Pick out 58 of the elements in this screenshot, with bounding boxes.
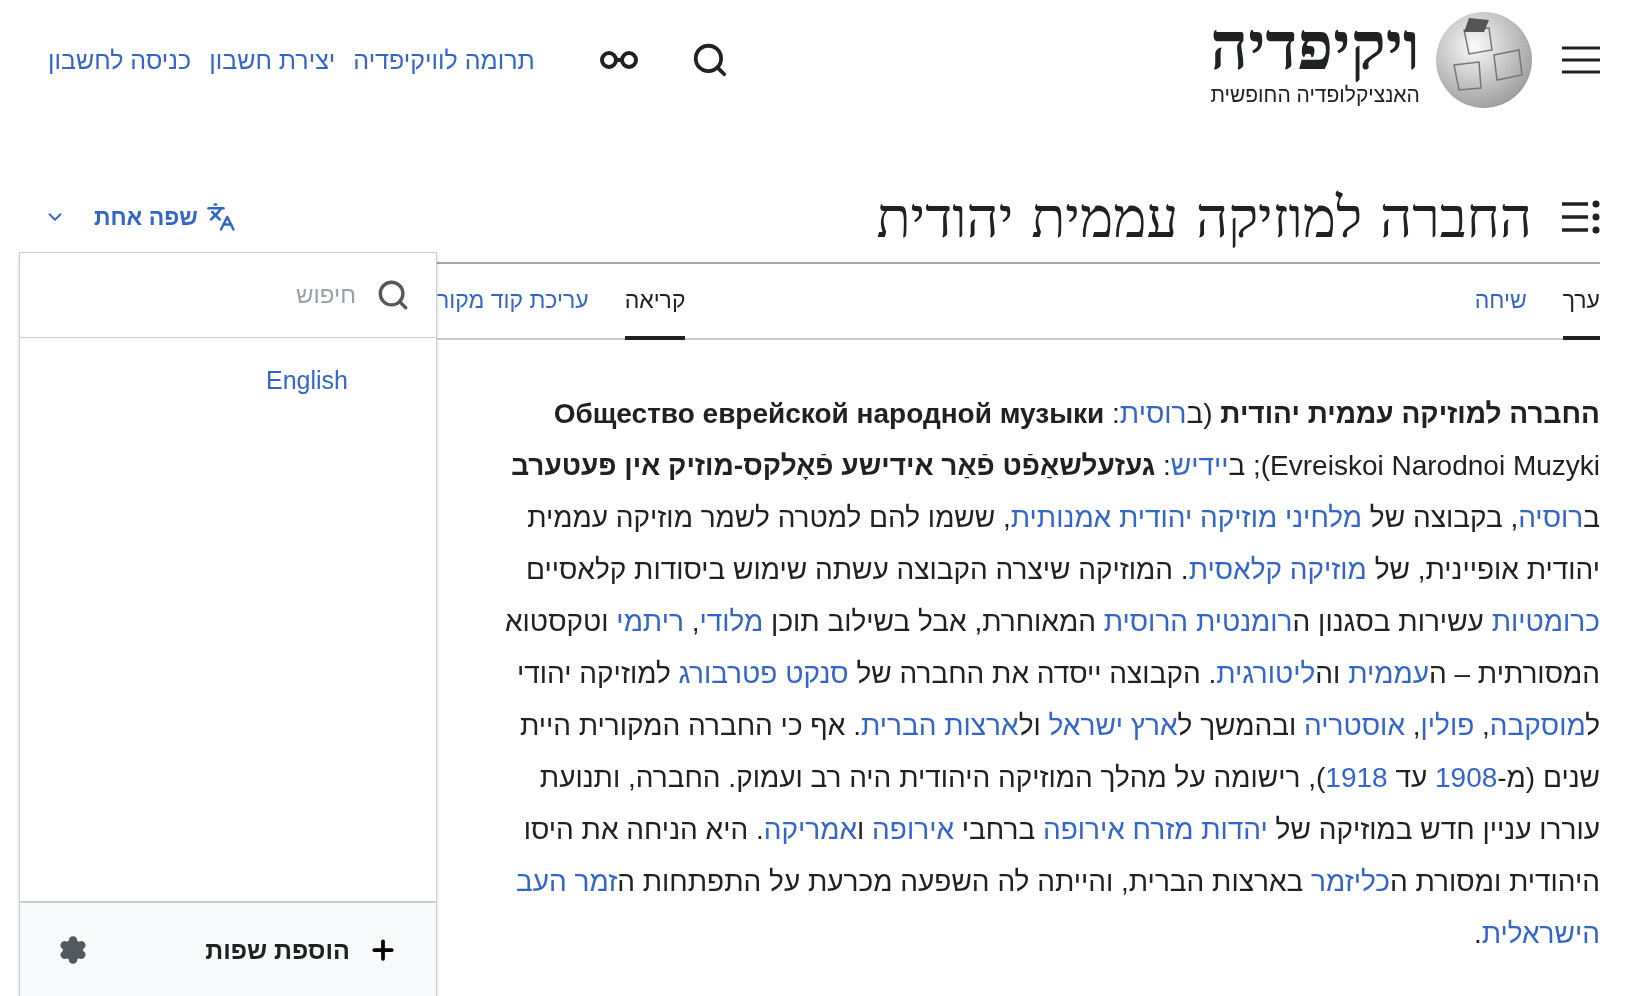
article-link[interactable]: יהדות מזרח אירופה [1042,814,1268,845]
text-line: Evreiskoi Narodnoi Muzyki); ביידיש: געזעלשאַפֿט פֿאַר אידישע פֿאָלקס-מוזיק אין פּעטערב [510,449,1600,483]
article-link[interactable]: אוסטריה [1304,710,1405,741]
article-link[interactable]: מלודי [699,606,764,637]
page-title: החברה למוזיקה עממית יהודית [876,184,1532,250]
list-icon [1562,200,1600,234]
article-link[interactable]: 1908 [1435,762,1498,793]
header-link[interactable]: כניסה לחשבון [48,45,192,75]
tab[interactable]: קריאה [624,264,686,340]
article-link[interactable]: רומנטית הרוסית [1103,606,1293,637]
menu-icon [1562,45,1600,75]
tagline: האנציקלופדיה החופשית [1210,83,1420,107]
text-line: למוסקבה, פולין, אוסטריה ובהמשך לארץ ישראל ולארצות הברית. אף כי החברה המקורית היית [518,709,1600,743]
article-link[interactable]: רוסיה [1518,502,1584,533]
glasses-icon [598,50,639,70]
article-link[interactable]: ליטורגית [1216,658,1316,689]
translate-icon [205,202,236,232]
article-link[interactable]: סנקט פטרבורג [678,658,849,689]
article-link[interactable]: רוסית [1119,398,1187,429]
tab[interactable]: שיחה [1474,264,1527,340]
text-line: הישראלית. [1472,917,1600,951]
article-link[interactable]: 1918 [1325,762,1388,793]
tab[interactable]: עריכת קוד מקור [437,264,589,340]
add-languages-button[interactable]: הוספת שפות [205,935,398,965]
article-link[interactable]: מלחיני מוזיקה יהודית אמנותית [1010,502,1363,533]
article-link[interactable]: ארצות הברית [860,710,1019,741]
article-link[interactable]: הישראלית [1481,918,1600,949]
article-link[interactable]: ארץ ישראל [1048,710,1178,741]
article-link[interactable]: כרומטיות [1491,606,1600,637]
article-link[interactable]: יידיש [1170,450,1229,481]
text-line: ברוסיה, בקבוצה של מלחיני מוזיקה יהודית אמנותית, ששמו להם למטרה לשמר מוזיקה עממית [526,501,1600,535]
article-link[interactable]: פולין [1420,710,1475,741]
text-line: המסורתית – העממית והליטורגית. הקבוצה ייסדה את החברה של סנקט פטרבורג למוזיקה יהודי [516,657,1600,691]
text-line: היהודית ומסורת הכליזמר בארצות הברית, והייתה לה השפעה מכרעת על התפתחות הזמר העב [514,865,1600,899]
text-line: יהודית אופיינית, של מוזיקה קלאסית. המוזיקה שיצרה הקבוצה עשתה שימוש ביסודות קלאסיים [525,553,1600,587]
article-link[interactable]: מוסקבה [1489,710,1586,741]
reading-prefs-button[interactable] [598,50,639,70]
article-link[interactable]: כליזמר [1311,866,1390,897]
language-item[interactable]: English [266,366,348,394]
header-link[interactable]: תרומה לוויקיפדיה [353,45,535,75]
search-field[interactable]: חיפוש [204,280,358,310]
language-button[interactable]: שפה אחת [44,202,236,232]
article-link[interactable]: אמריקה [763,814,858,845]
tab[interactable]: ערך [1562,264,1600,340]
article-link[interactable]: אירופה [872,814,955,845]
article-link[interactable]: מוזיקה קלאסית [1188,554,1367,585]
toc-button[interactable] [1562,200,1600,234]
article-link[interactable]: ריתמי [616,606,684,637]
globe-logo-icon [1434,10,1534,110]
settings-icon [58,935,88,965]
article-link[interactable]: זמר העב [515,866,618,897]
header-link[interactable]: יצירת חשבון [209,45,336,75]
article-link[interactable]: עממית [1348,658,1429,689]
search-icon [376,278,410,312]
text-line: עוררו עניין חדש במוזיקה של יהדות מזרח אירופה ברחבי אירופה ואמריקה. היא הניחה את היסו [522,813,1600,847]
menu-button[interactable] [1562,45,1600,75]
settings-button[interactable] [58,935,88,965]
text-line: כרומטיות עשירות בסגנון הרומנטית הרוסית המאוחרת, אבל בשילוב תוכן מלודי, ריתמי וטקסטוא [504,605,1600,639]
